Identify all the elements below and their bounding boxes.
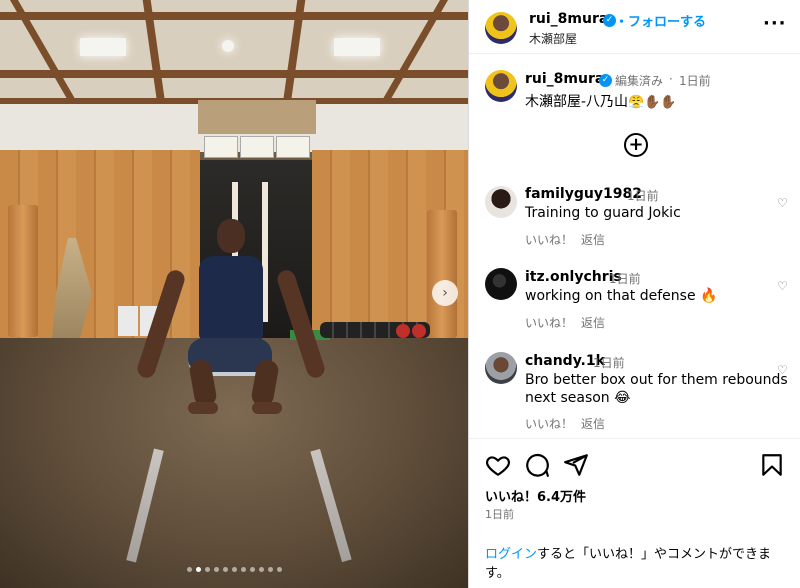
comment-icon[interactable] [524,452,550,478]
athlete-head [217,219,245,253]
carousel-dot [267,567,273,572]
comment-like-button[interactable]: いいね！ [525,314,573,331]
ceiling-light [334,38,380,56]
caption-time: 1日前 [679,74,711,88]
carousel-dot [204,567,210,572]
paper-banner [240,136,274,158]
caption-text: 木瀬部屋-八乃山😤✋🏾✋🏾 [525,91,677,111]
bucket [118,306,138,336]
comment-username[interactable]: familyguy1982 [525,186,642,202]
plus-circle-icon[interactable]: + [624,133,648,157]
carousel-dot [276,567,282,572]
comment-reply-button[interactable]: 返信 [581,415,605,432]
login-prompt-text-end: す。 [485,566,510,581]
comment-time[interactable]: 1日前 [609,270,641,287]
carousel-dot [258,567,264,572]
wooden-pillar [8,205,38,337]
comment-text-line: Bro better box out for them rebounds [525,372,788,388]
comment-heart-icon[interactable]: ♡ [777,196,788,210]
comment-text: working on that defense 🔥 [525,288,718,304]
caption-emojis: 😤✋🏾✋🏾 [628,95,677,110]
athlete-foot [252,402,282,414]
red-weight [396,324,410,338]
carousel-next-button[interactable]: › [432,280,458,306]
post-photo[interactable]: › [0,0,468,588]
heart-icon[interactable] [485,452,511,478]
kamidana-shrine [198,100,316,134]
caption-main: 木瀬部屋-八乃山 [525,94,629,110]
comment-like-button[interactable]: いいね！ [525,415,573,432]
carousel-dot [222,567,228,572]
comment-avatar[interactable] [485,186,517,218]
dot-separator: · [669,72,673,86]
caption-username[interactable]: rui_8mura [525,71,604,87]
carousel-dots [0,567,468,572]
red-weight [412,324,426,338]
avatar[interactable] [485,12,517,44]
paper-banner [204,136,238,158]
bookmark-icon[interactable] [759,452,785,478]
login-prompt-text: すると「いいね！」やコメントができま [537,547,772,562]
beam [0,12,468,20]
paper-banner [276,136,310,158]
location-link[interactable]: 木瀬部屋 [529,30,577,47]
likes-count[interactable]: いいね！6.4万件 [485,486,586,505]
verified-badge-icon: ✓ [599,74,612,87]
comment-heart-icon[interactable]: ♡ [777,279,788,293]
comment-username[interactable]: itz.onlychris [525,269,622,285]
carousel-dot [249,567,255,572]
carousel-dot [231,567,237,572]
comment-like-button[interactable]: いいね！ [525,231,573,248]
post-side-panel: rui_8mura ✓ ・フォローする 木瀬部屋 ··· rui_8mura ✓… [468,0,800,588]
carousel-dot [213,567,219,572]
comment-text: Training to guard Jokic [525,205,681,221]
edited-label: 編集済み [615,74,664,88]
chevron-right-icon: › [442,285,448,301]
comment-text-line: next season 😂 [525,390,631,406]
comment-avatar[interactable] [485,352,517,384]
post-username[interactable]: rui_8mura [529,11,608,27]
ceiling-light [222,40,234,52]
login-link[interactable]: ログイン [485,547,537,562]
share-icon[interactable] [563,452,589,478]
athlete-torso [199,256,263,342]
carousel-dot [240,567,246,572]
comment-reply-button[interactable]: 返信 [581,231,605,248]
carousel-dot [195,567,201,572]
ceiling-light [80,38,126,56]
post-time[interactable]: 1日前 [485,506,514,522]
comment-time[interactable]: 1日前 [627,187,659,204]
more-options-icon[interactable]: ··· [763,13,787,34]
login-prompt: ログインすると「いいね！」やコメントができま す。 [485,545,785,583]
carousel-dot [186,567,192,572]
wooden-pillar [427,210,457,338]
comment-time[interactable]: 1日前 [593,354,625,371]
post-viewer: › rui_8mura ✓ ・フォローする 木瀬部屋 ··· rui_8mura… [0,0,800,588]
caption-avatar[interactable] [485,70,517,102]
comment-heart-icon[interactable]: ♡ [777,363,788,377]
post-header: rui_8mura ✓ ・フォローする 木瀬部屋 ··· [469,0,800,54]
follow-button[interactable]: ・フォローする [615,11,706,30]
post-actions: いいね！6.4万件 1日前 ログインすると「いいね！」やコメントができま す。 [469,438,800,588]
athlete-foot [188,402,218,414]
comment-avatar[interactable] [485,268,517,300]
comment-reply-button[interactable]: 返信 [581,314,605,331]
